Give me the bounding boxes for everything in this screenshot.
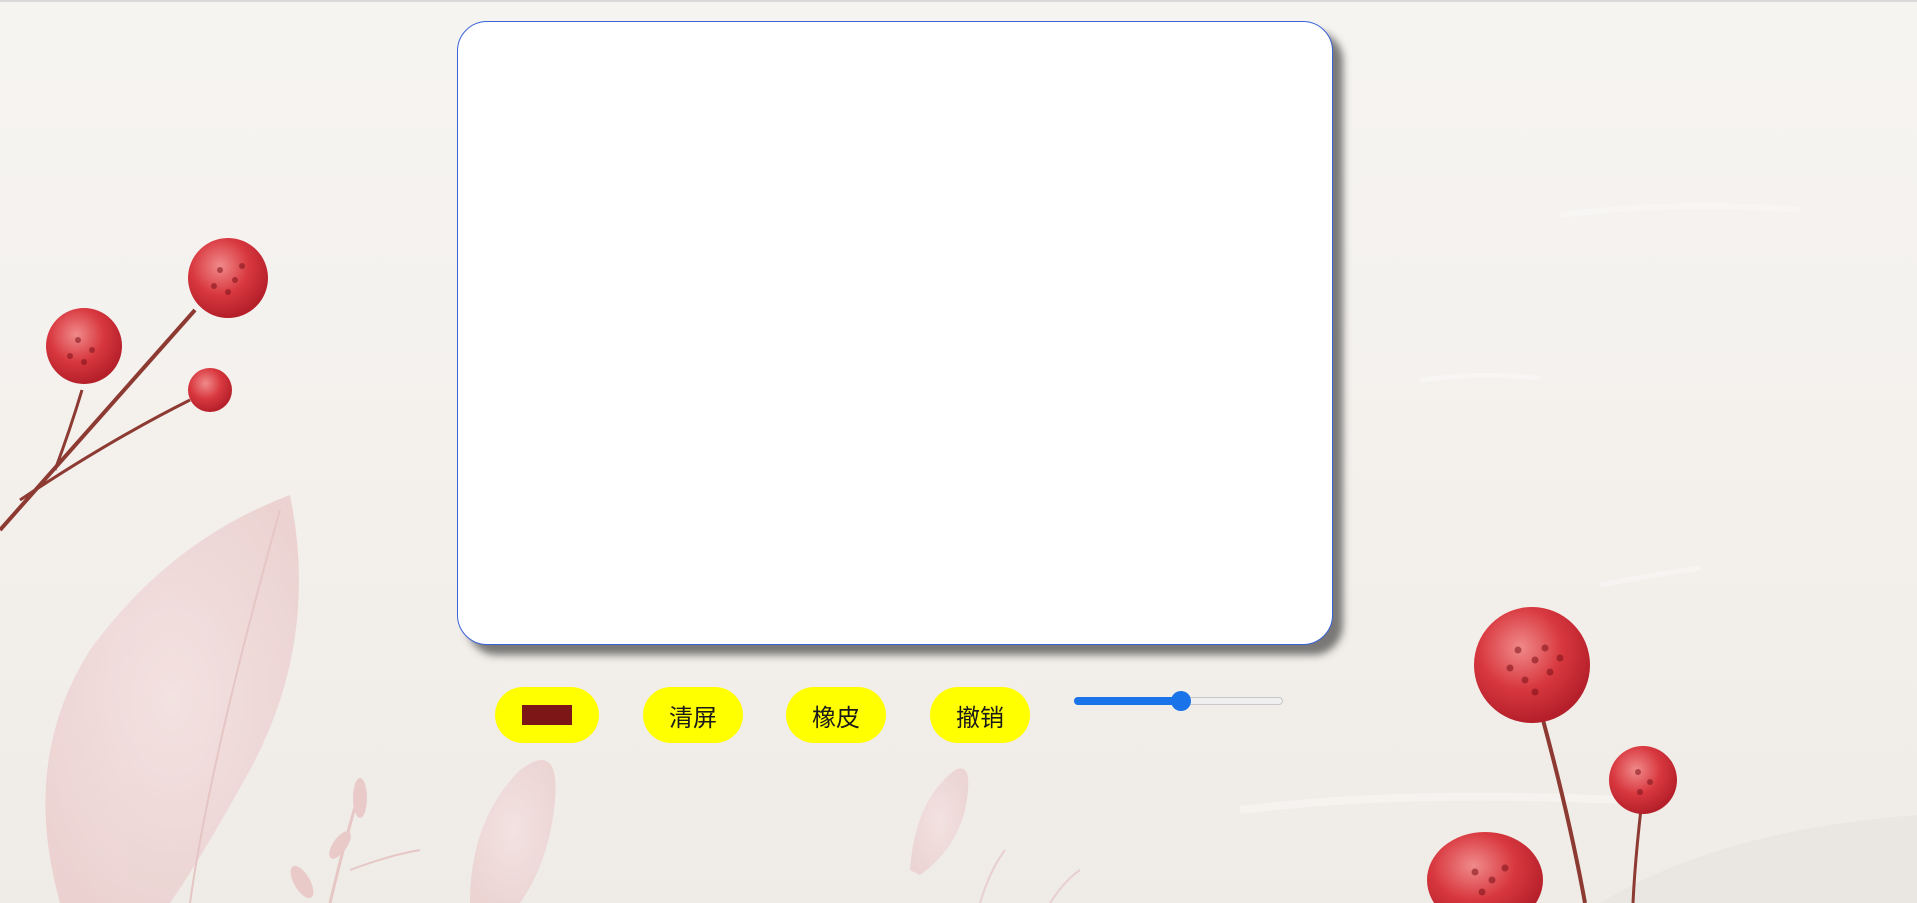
color-swatch-icon [522,705,572,725]
color-picker-button[interactable] [495,687,599,743]
pink-leaf-icon [45,495,299,903]
pink-leaf-icon [470,760,1081,903]
eraser-button[interactable]: 橡皮 [786,687,886,743]
drawing-canvas[interactable] [457,21,1333,645]
brush-size-slider[interactable] [1074,691,1283,711]
red-berry-branch-icon [0,238,268,532]
red-flower-icon [1427,607,1677,903]
undo-button[interactable]: 撤销 [930,687,1030,743]
slider-thumb[interactable] [1170,691,1191,711]
slider-fill [1074,697,1181,705]
clear-screen-button[interactable]: 清屏 [643,687,743,743]
pale-hill-icon [1600,815,1917,903]
pink-sprig-icon [290,778,421,903]
